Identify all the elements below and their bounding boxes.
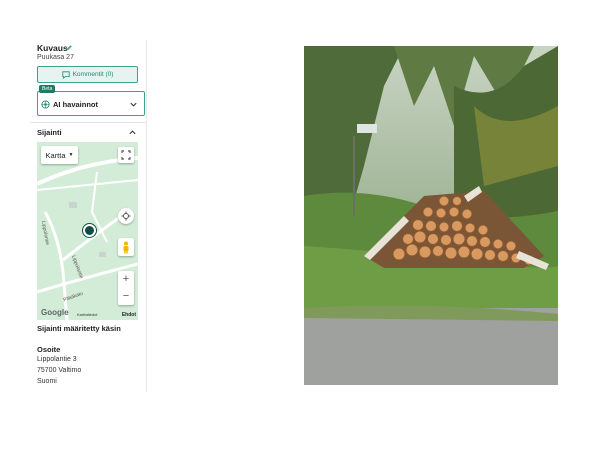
description-title: Kuvaus bbox=[37, 43, 68, 53]
map-type-selector[interactable]: Kartta ▼ bbox=[41, 146, 78, 164]
locate-button[interactable] bbox=[118, 208, 134, 224]
address-line: 75700 Valtimo bbox=[37, 367, 82, 374]
observation-photo[interactable] bbox=[304, 46, 558, 385]
location-section-header[interactable]: Sijainti bbox=[30, 122, 146, 138]
chevron-up-icon bbox=[129, 130, 136, 135]
description-text: Puukasa 27 bbox=[37, 54, 74, 61]
location-map[interactable]: Kartta ▼ + − Lippolantie Lippolantie Pit… bbox=[37, 142, 138, 320]
address-title: Osoite bbox=[37, 345, 61, 354]
pegman-icon bbox=[123, 241, 129, 253]
chevron-down-icon bbox=[130, 102, 137, 107]
ai-icon bbox=[41, 100, 50, 109]
comments-button[interactable]: Kommentit (0) bbox=[37, 66, 138, 83]
ai-insights-label: AI havainnot bbox=[53, 100, 99, 109]
zoom-out-button[interactable]: − bbox=[118, 288, 134, 305]
comment-icon bbox=[61, 70, 70, 79]
comments-button-label: Kommentit (0) bbox=[72, 71, 114, 78]
fullscreen-button[interactable] bbox=[118, 147, 134, 163]
terms-link[interactable]: Ehdot bbox=[122, 312, 136, 318]
locate-icon bbox=[121, 211, 131, 221]
street-view-button[interactable] bbox=[118, 238, 134, 256]
fullscreen-icon bbox=[121, 150, 131, 160]
zoom-in-button[interactable]: + bbox=[118, 271, 134, 288]
map-data-link[interactable]: Karttatiedot bbox=[77, 312, 97, 317]
google-logo: Google bbox=[41, 308, 69, 317]
location-marker[interactable] bbox=[83, 224, 96, 237]
ai-insights-toggle[interactable]: Beta AI havainnot bbox=[37, 85, 145, 116]
edit-icon[interactable] bbox=[65, 44, 73, 52]
location-title: Sijainti bbox=[37, 128, 62, 137]
address-line: Suomi bbox=[37, 378, 57, 385]
address-line: Lippolantie 3 bbox=[37, 356, 77, 363]
location-method: Sijainti määritetty käsin bbox=[37, 324, 121, 333]
woodpile-photo-illustration bbox=[304, 46, 558, 385]
caret-down-icon: ▼ bbox=[68, 152, 74, 158]
beta-badge: Beta bbox=[39, 85, 56, 93]
zoom-controls: + − bbox=[118, 271, 134, 305]
sidebar: Kuvaus Puukasa 27 Kommentit (0) Beta AI … bbox=[30, 40, 147, 392]
map-type-label: Kartta bbox=[45, 150, 66, 160]
